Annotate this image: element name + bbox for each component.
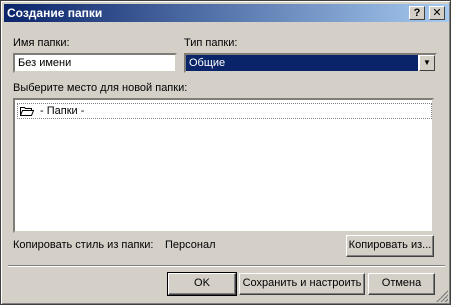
folder-open-icon (20, 107, 34, 116)
cancel-button[interactable]: Отмена (368, 273, 435, 295)
tree-item-folders[interactable]: - Папки - (17, 103, 432, 119)
save-and-configure-button[interactable]: Сохранить и настроить (239, 273, 365, 295)
folder-name-label: Имя папки: (13, 37, 70, 49)
copy-from-button[interactable]: Копировать из... (346, 235, 434, 257)
window-title: Создание папки (7, 6, 103, 20)
copy-style-source: Персонал (161, 236, 345, 256)
ok-button[interactable]: OK (167, 272, 237, 296)
folder-type-label: Тип папки: (184, 37, 238, 49)
help-button[interactable]: ? (409, 6, 425, 20)
folder-name-input[interactable]: Без имени (13, 53, 177, 73)
copy-style-label: Копировать стиль из папки: (13, 239, 154, 251)
create-folder-dialog: Создание папки ? ✕ Имя папки: Без имени … (0, 0, 451, 305)
resize-grip-icon[interactable] (436, 290, 448, 302)
title-bar[interactable]: Создание папки ? ✕ (4, 4, 449, 22)
folder-tree[interactable]: - Папки - (13, 98, 434, 233)
separator (8, 265, 445, 267)
tree-item-label: - Папки - (40, 105, 85, 117)
chevron-down-icon[interactable]: ▼ (419, 55, 435, 71)
folder-type-select[interactable]: Общие ▼ (184, 53, 437, 73)
folder-type-selected: Общие (186, 55, 418, 71)
close-button[interactable]: ✕ (429, 6, 445, 20)
location-label: Выберите место для новой папки: (13, 82, 188, 94)
